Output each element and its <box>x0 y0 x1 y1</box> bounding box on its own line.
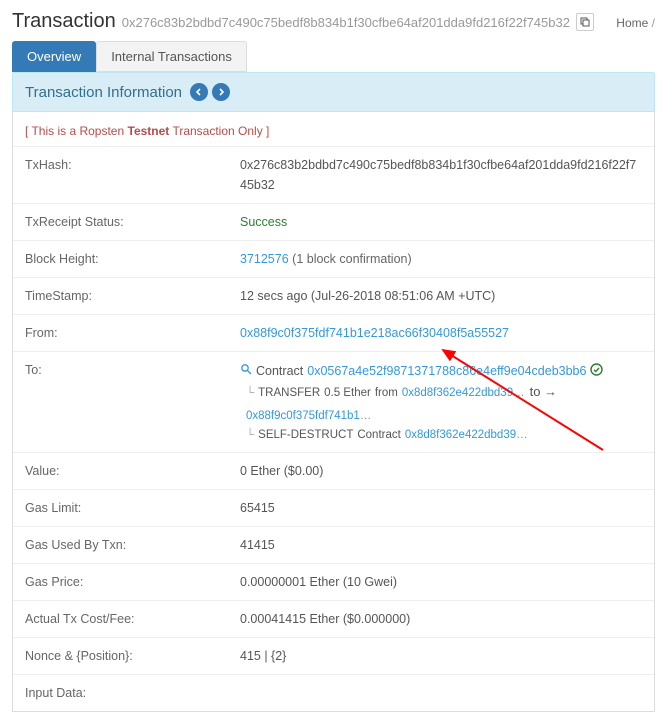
label-gas-price: Gas Price: <box>25 572 240 592</box>
transfer-from-link[interactable]: 0x8d8f362e422dbd39… <box>402 384 526 402</box>
value-value: 0 Ether ($0.00) <box>240 461 642 481</box>
value-timestamp: 12 secs ago (Jul-26-2018 08:51:06 AM +UT… <box>240 286 642 306</box>
tab-row: Overview Internal Transactions <box>12 41 655 72</box>
label-block-height: Block Height: <box>25 249 240 269</box>
tab-overview[interactable]: Overview <box>12 41 96 72</box>
label-from: From: <box>25 323 240 343</box>
value-input-data <box>240 683 642 703</box>
prev-tx-button[interactable] <box>190 83 208 101</box>
next-tx-button[interactable] <box>212 83 230 101</box>
testnet-notice: [ This is a Ropsten Testnet Transaction … <box>13 116 654 146</box>
label-input-data: Input Data: <box>25 683 240 703</box>
page-title: Transaction <box>12 10 116 33</box>
from-address-link[interactable]: 0x88f9c0f375fdf741b1e218ac66f30408f5a555… <box>240 326 509 340</box>
to-contract-link[interactable]: 0x0567a4e52f9871371788c86e4eff9e04cdeb3b… <box>307 361 586 381</box>
panel-body: [ This is a Ropsten Testnet Transaction … <box>12 112 655 712</box>
value-gas-limit: 65415 <box>240 498 642 518</box>
label-value: Value: <box>25 461 240 481</box>
panel-title: Transaction Information <box>25 84 182 101</box>
transfer-to-word: to → <box>530 382 557 403</box>
value-gas-price: 0.00000001 Ether (10 Gwei) <box>240 572 642 592</box>
tree-icon: └ <box>246 426 254 444</box>
label-nonce: Nonce & {Position}: <box>25 646 240 666</box>
label-to: To: <box>25 360 240 444</box>
value-txhash: 0x276c83b2bdbd7c490c75bedf8b834b1f30cfbe… <box>240 155 642 195</box>
transfer-amount: 0.5 Ether <box>324 384 371 402</box>
tree-icon: └ <box>246 384 254 402</box>
selfdestruct-link[interactable]: 0x8d8f362e422dbd39… <box>405 426 529 444</box>
block-confirmations: (1 block confirmation) <box>292 252 412 266</box>
tab-internal-transactions[interactable]: Internal Transactions <box>96 41 247 72</box>
label-gas-limit: Gas Limit: <box>25 498 240 518</box>
home-link[interactable]: Home <box>616 16 648 30</box>
selfdestruct-label: SELF-DESTRUCT <box>258 426 353 444</box>
transfer-label: TRANSFER <box>258 384 320 402</box>
label-receipt-status: TxReceipt Status: <box>25 212 240 232</box>
check-circle-icon <box>590 360 603 382</box>
header-txhash: 0x276c83b2bdbd7c490c75bedf8b834b1f30cfbe… <box>122 15 570 30</box>
label-txhash: TxHash: <box>25 155 240 195</box>
transfer-from-word: from <box>375 384 398 402</box>
block-height-link[interactable]: 3712576 <box>240 252 289 266</box>
value-nonce: 415 | {2} <box>240 646 642 666</box>
breadcrumb: Home / <box>608 16 655 30</box>
label-timestamp: TimeStamp: <box>25 286 240 306</box>
breadcrumb-sep: / <box>652 16 655 30</box>
value-receipt-status: Success <box>240 212 642 232</box>
label-gas-used: Gas Used By Txn: <box>25 535 240 555</box>
to-contract-word: Contract <box>256 361 303 381</box>
selfdestruct-contract-word: Contract <box>357 426 400 444</box>
page-header: Transaction 0x276c83b2bdbd7c490c75bedf8b… <box>0 0 667 41</box>
transfer-to-link[interactable]: 0x88f9c0f375fdf741b1… <box>246 407 372 425</box>
search-icon[interactable] <box>240 361 252 382</box>
label-tx-cost: Actual Tx Cost/Fee: <box>25 609 240 629</box>
value-tx-cost: 0.00041415 Ether ($0.000000) <box>240 609 642 629</box>
copy-icon[interactable] <box>576 13 594 31</box>
panel-heading: Transaction Information <box>12 72 655 112</box>
value-gas-used: 41415 <box>240 535 642 555</box>
